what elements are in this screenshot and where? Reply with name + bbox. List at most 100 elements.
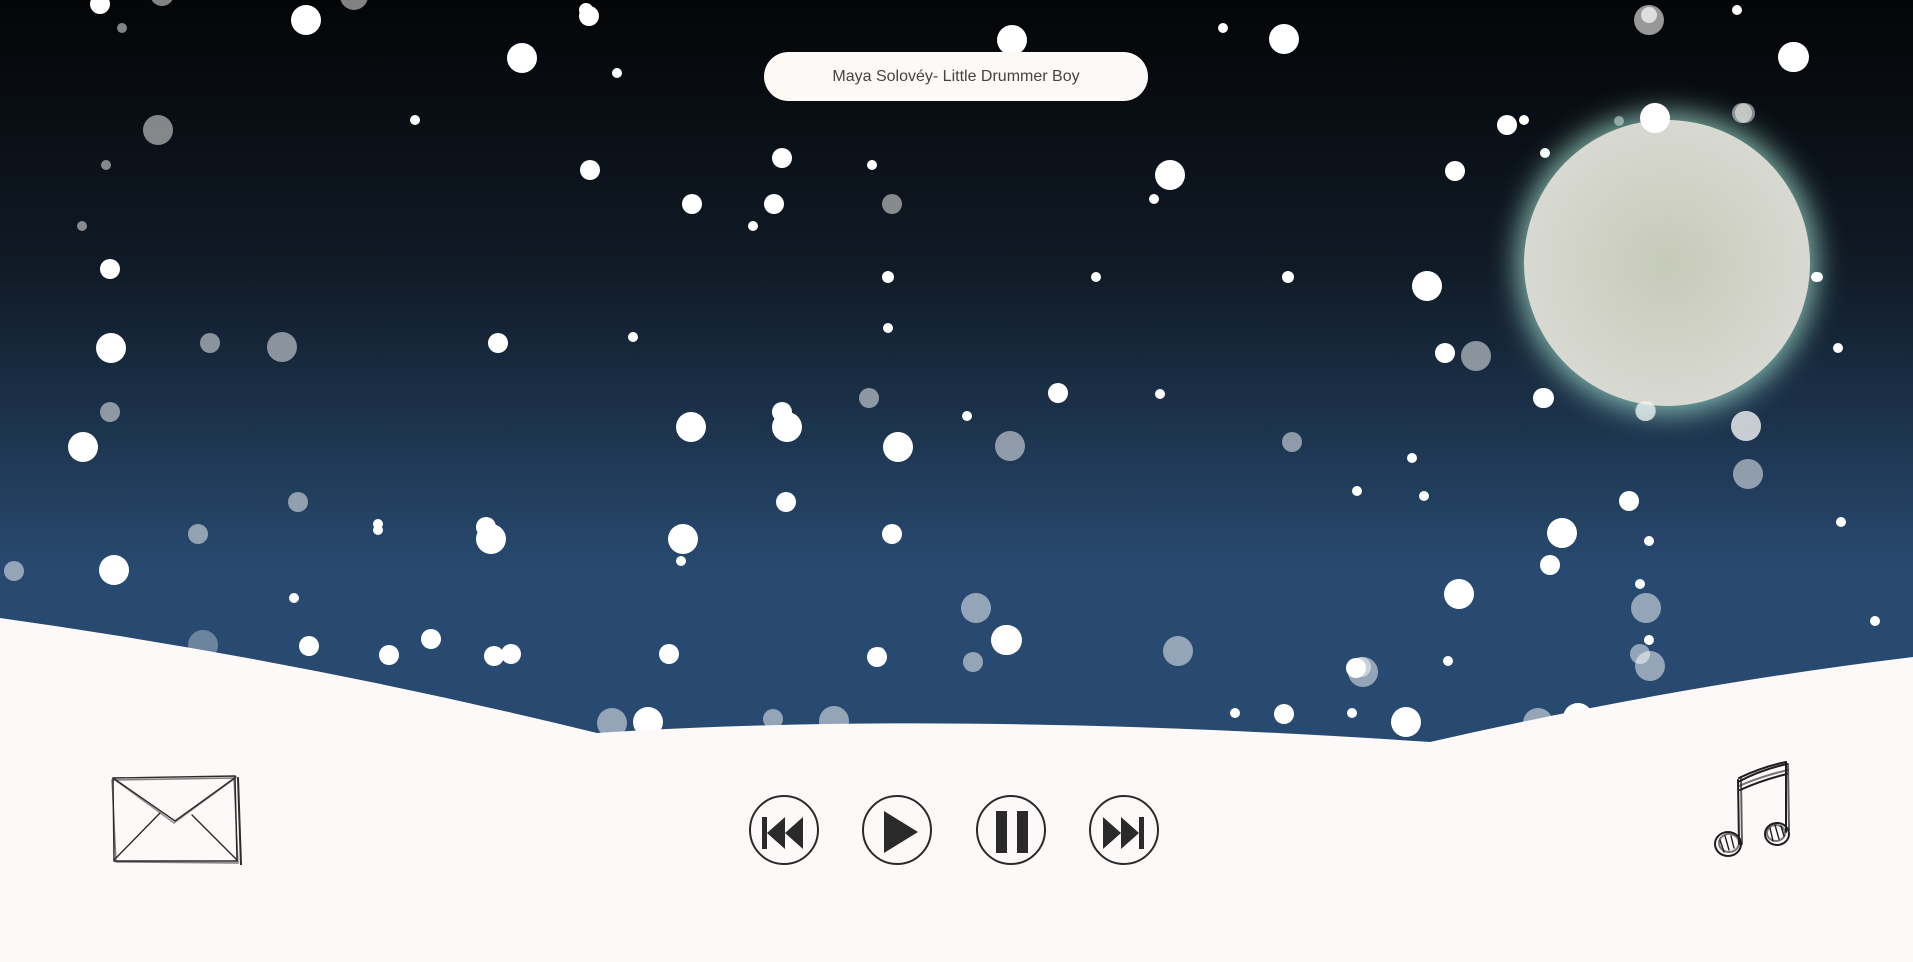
snowflake: [579, 3, 593, 17]
pause-button[interactable]: [976, 795, 1046, 865]
snowflake: [1635, 651, 1665, 681]
snowflake: [1461, 341, 1491, 371]
snowflake: [1534, 388, 1554, 408]
snowflake: [1732, 103, 1752, 123]
snowflake: [299, 636, 319, 656]
previous-button[interactable]: [749, 795, 819, 865]
snowflake: [748, 221, 758, 231]
snowflake: [1347, 708, 1357, 718]
snowflake: [1636, 401, 1656, 421]
snowflake: [764, 194, 784, 214]
snowflake: [1870, 616, 1880, 626]
snowflake: [772, 148, 792, 168]
snowflake: [682, 194, 702, 214]
snowflake: [1443, 656, 1453, 666]
snowflake: [77, 221, 87, 231]
snowflake: [1218, 23, 1228, 33]
snowflake: [1346, 658, 1366, 678]
pause-icon: [996, 811, 1028, 853]
snowflake: [668, 524, 698, 554]
snowflake: [1048, 383, 1068, 403]
skip-forward-icon: [1103, 817, 1144, 849]
snowflake: [676, 556, 686, 566]
now-playing-label: Maya Solovéy- Little Drummer Boy: [764, 52, 1148, 101]
snowflake: [96, 333, 126, 363]
snowflake: [291, 5, 321, 35]
snowflake: [1631, 593, 1661, 623]
snowflake: [580, 160, 600, 180]
snowflake: [659, 644, 679, 664]
envelope-icon[interactable]: [110, 773, 245, 866]
snowflake: [1163, 636, 1193, 666]
snowflake: [1547, 518, 1577, 548]
snowflake: [410, 115, 420, 125]
snowflake: [501, 644, 521, 664]
snowflake: [882, 194, 902, 214]
snowflake: [1731, 411, 1761, 441]
night-sky-scene: [0, 0, 1913, 962]
snowflake: [1407, 453, 1417, 463]
snowflake: [1540, 148, 1550, 158]
snowflake: [1644, 635, 1654, 645]
snowflake: [100, 402, 120, 422]
snowflake: [1149, 194, 1159, 204]
snowflake: [1833, 343, 1843, 353]
snowflake: [1155, 160, 1185, 190]
snowflake: [772, 412, 802, 442]
music-note-icon[interactable]: [1712, 760, 1796, 862]
skip-back-icon: [762, 817, 803, 849]
snowflake: [1811, 272, 1821, 282]
snowflake: [882, 271, 894, 283]
snowflake: [68, 432, 98, 462]
snowflake: [421, 629, 441, 649]
snowflake: [1497, 115, 1517, 135]
snowflake: [200, 333, 220, 353]
moon: [1524, 120, 1810, 406]
snowflake: [1282, 432, 1302, 452]
snowflake: [628, 332, 638, 342]
snowflake: [961, 593, 991, 623]
snowflake: [507, 43, 537, 73]
snowflake: [1391, 707, 1421, 737]
snowflake: [1274, 704, 1294, 724]
snowflake: [1435, 343, 1455, 363]
snowflake: [1230, 708, 1240, 718]
snowflake: [882, 524, 902, 544]
snowflake: [484, 646, 504, 666]
snowflake: [1269, 24, 1299, 54]
snowflake: [883, 432, 913, 462]
next-button[interactable]: [1089, 795, 1159, 865]
snowflake: [995, 431, 1025, 461]
snowflake: [100, 259, 120, 279]
snowflake: [101, 160, 111, 170]
snowflake: [1733, 459, 1763, 489]
snowflake: [1619, 491, 1639, 511]
snowflake: [875, 647, 885, 657]
snowflake: [476, 524, 506, 554]
snowflake: [289, 593, 299, 603]
snowflake: [859, 388, 879, 408]
play-button[interactable]: [862, 795, 932, 865]
snowflake: [288, 492, 308, 512]
snowflake: [373, 525, 383, 535]
snowflake: [1412, 271, 1442, 301]
snowflake: [143, 115, 173, 145]
snowflake: [99, 555, 129, 585]
snowflake: [1635, 579, 1645, 589]
snowflake: [612, 68, 622, 78]
snowflake: [1444, 579, 1474, 609]
snowflake: [1640, 103, 1670, 133]
snowflake: [267, 332, 297, 362]
snowflake: [883, 323, 893, 333]
snowflake: [991, 625, 1021, 655]
snowflake: [188, 524, 208, 544]
snowflake: [117, 23, 127, 33]
snowflake: [1519, 115, 1529, 125]
snowflake: [4, 561, 24, 581]
snowflake: [676, 412, 706, 442]
snowflake: [1445, 161, 1465, 181]
snowflake: [1091, 272, 1101, 282]
snowflake: [776, 492, 796, 512]
snowflake: [379, 645, 399, 665]
snowflake: [488, 333, 508, 353]
